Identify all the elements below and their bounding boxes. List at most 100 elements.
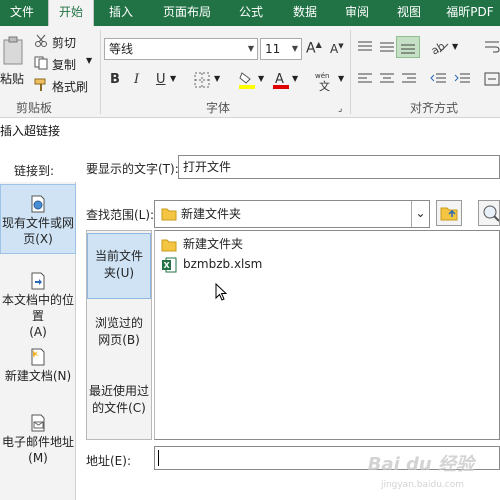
svg-text:文: 文 bbox=[319, 79, 330, 92]
text-caret bbox=[158, 450, 159, 466]
file-list-item[interactable]: 新建文件夹 bbox=[161, 235, 243, 253]
tab-review[interactable]: 审阅 bbox=[334, 0, 380, 26]
place-recent-files[interactable]: 最近使用过 的文件(C) bbox=[87, 383, 151, 423]
fill-color-icon[interactable] bbox=[238, 70, 256, 90]
group-separator bbox=[350, 30, 351, 114]
excel-file-icon: X bbox=[162, 257, 177, 272]
underline-dropdown-icon[interactable]: ▼ bbox=[170, 74, 176, 83]
ribbon-tab-bar: 文件 开始 插入 页面布局 公式 数据 审阅 视图 福昕PDF bbox=[0, 0, 500, 26]
tab-file[interactable]: 文件 bbox=[0, 0, 44, 26]
chevron-down-icon: ▼ bbox=[291, 44, 298, 53]
link-type-existing-file[interactable]: 现有文件或网 页(X) bbox=[0, 184, 76, 254]
tab-home[interactable]: 开始 bbox=[48, 0, 94, 26]
place-label: 的文件(C) bbox=[92, 401, 146, 415]
font-name-value: 等线 bbox=[109, 42, 134, 56]
decrease-font-size-button[interactable]: A▼ bbox=[330, 42, 344, 56]
link-type-label: 新建文档(N) bbox=[4, 369, 72, 383]
link-type-label: 本文档中的位置 bbox=[1, 293, 74, 323]
place-browsed-pages[interactable]: 浏览过的 网页(B) bbox=[87, 315, 151, 355]
font-name-select[interactable]: 等线 ▼ bbox=[104, 38, 258, 60]
watermark-brand: Bai du 经验 bbox=[367, 454, 474, 475]
bold-button[interactable]: B bbox=[110, 72, 120, 87]
italic-button[interactable]: I bbox=[134, 72, 139, 87]
place-label: 网页(B) bbox=[98, 333, 140, 347]
align-left-icon[interactable] bbox=[356, 72, 374, 86]
font-dialog-launcher-icon[interactable]: ⌟ bbox=[338, 104, 342, 114]
file-list: 新建文件夹 X bzmbzb.xlsm bbox=[154, 230, 500, 440]
format-painter-icon bbox=[34, 78, 46, 91]
tab-view[interactable]: 视图 bbox=[386, 0, 432, 26]
copy-button[interactable]: 复制 bbox=[52, 56, 76, 73]
merge-center-icon[interactable] bbox=[484, 72, 500, 86]
places-bar: 当前文件 夹(U) 浏览过的 网页(B) 最近使用过 的文件(C) bbox=[86, 230, 152, 440]
group-separator bbox=[100, 30, 101, 114]
copy-dropdown-icon[interactable]: ▼ bbox=[86, 56, 92, 65]
watermark-url: jingyan.baidu.com bbox=[380, 480, 464, 490]
svg-text:wén: wén bbox=[315, 72, 329, 80]
browse-web-button[interactable] bbox=[478, 200, 500, 226]
font-color-icon[interactable]: A bbox=[272, 70, 290, 90]
folder-icon bbox=[161, 208, 177, 221]
phonetic-dropdown-icon[interactable]: ▼ bbox=[338, 74, 344, 83]
link-to-bar: 现有文件或网 页(X) 本文档中的位置 (A) 新建文档(N) 电子邮件地址 (… bbox=[0, 182, 76, 500]
file-list-item[interactable]: X bzmbzb.xlsm bbox=[161, 255, 262, 273]
globe-file-icon bbox=[31, 195, 45, 213]
place-label: 最近使用过 bbox=[88, 384, 149, 398]
file-name: 新建文件夹 bbox=[183, 237, 244, 251]
email-icon bbox=[31, 414, 45, 432]
tab-foxit-pdf[interactable]: 福昕PDF bbox=[440, 0, 500, 26]
tab-data[interactable]: 数据 bbox=[282, 0, 328, 26]
orientation-icon[interactable]: ab bbox=[430, 38, 450, 56]
clipboard-icon bbox=[3, 36, 23, 65]
cut-button[interactable]: 剪切 bbox=[52, 34, 76, 51]
paste-button[interactable]: 粘贴 bbox=[0, 70, 24, 87]
phonetic-guide-icon[interactable]: wén 文 bbox=[314, 70, 336, 92]
address-label: 地址(E): bbox=[86, 454, 131, 468]
alignment-group-label: 对齐方式 bbox=[410, 101, 459, 115]
search-web-icon bbox=[483, 205, 500, 222]
tab-formulas[interactable]: 公式 bbox=[228, 0, 274, 26]
chevron-down-icon: ▼ bbox=[247, 44, 254, 53]
look-in-select[interactable]: 新建文件夹 ⌄ bbox=[154, 200, 430, 228]
place-label: 夹(U) bbox=[103, 266, 135, 280]
borders-dropdown-icon[interactable]: ▼ bbox=[214, 74, 220, 83]
scissors-icon bbox=[35, 34, 47, 47]
align-right-icon[interactable] bbox=[400, 72, 418, 86]
wrap-text-icon[interactable] bbox=[484, 40, 500, 54]
underline-button[interactable]: U bbox=[156, 72, 166, 87]
link-type-new-document[interactable]: 新建文档(N) bbox=[0, 348, 76, 398]
tab-insert[interactable]: 插入 bbox=[98, 0, 144, 26]
bottom-align-button[interactable] bbox=[396, 36, 420, 58]
decrease-indent-icon[interactable] bbox=[430, 72, 448, 86]
place-current-folder[interactable]: 当前文件 夹(U) bbox=[87, 233, 151, 299]
align-center-icon[interactable] bbox=[378, 72, 396, 86]
svg-text:A: A bbox=[275, 72, 284, 87]
ribbon-home: 粘贴 剪切 复制 ▼ 格式刷 剪贴板 等线 ▼ 11 ▼ A▲ A▼ B I U… bbox=[0, 26, 500, 118]
up-one-folder-button[interactable] bbox=[436, 200, 462, 226]
dialog-title: 插入超链接 bbox=[0, 124, 61, 138]
fill-color-dropdown-icon[interactable]: ▼ bbox=[258, 74, 264, 83]
increase-font-size-button[interactable]: A▲ bbox=[306, 40, 322, 57]
borders-icon[interactable] bbox=[194, 72, 210, 88]
format-painter-button[interactable]: 格式刷 bbox=[52, 78, 88, 95]
link-type-label: 现有文件或网 bbox=[1, 216, 74, 230]
increase-indent-icon[interactable] bbox=[454, 72, 472, 86]
link-type-label: (A) bbox=[29, 325, 47, 339]
place-label: 浏览过的 bbox=[94, 316, 143, 330]
link-type-place-in-document[interactable]: 本文档中的位置 (A) bbox=[0, 272, 76, 339]
bottom-align-icon bbox=[401, 44, 415, 54]
orientation-dropdown-icon[interactable]: ▼ bbox=[452, 42, 458, 51]
clipboard-group-label: 剪贴板 bbox=[16, 101, 53, 115]
insert-hyperlink-dialog: 插入超链接 链接到: 现有文件或网 页(X) 本文档中的位置 (A) 新建文档(… bbox=[0, 118, 500, 500]
font-group-label: 字体 bbox=[206, 101, 231, 115]
font-color-dropdown-icon[interactable]: ▼ bbox=[292, 74, 298, 83]
link-type-email[interactable]: 电子邮件地址 (M) bbox=[0, 414, 76, 474]
new-document-icon bbox=[31, 348, 45, 366]
display-text-input[interactable]: 打开文件 bbox=[178, 155, 500, 179]
middle-align-icon[interactable] bbox=[378, 40, 396, 54]
tab-page-layout[interactable]: 页面布局 bbox=[152, 0, 222, 26]
top-align-icon[interactable] bbox=[356, 40, 374, 54]
font-size-value: 11 bbox=[265, 42, 281, 56]
font-size-select[interactable]: 11 ▼ bbox=[260, 38, 302, 60]
link-type-label: 页(X) bbox=[23, 232, 53, 246]
